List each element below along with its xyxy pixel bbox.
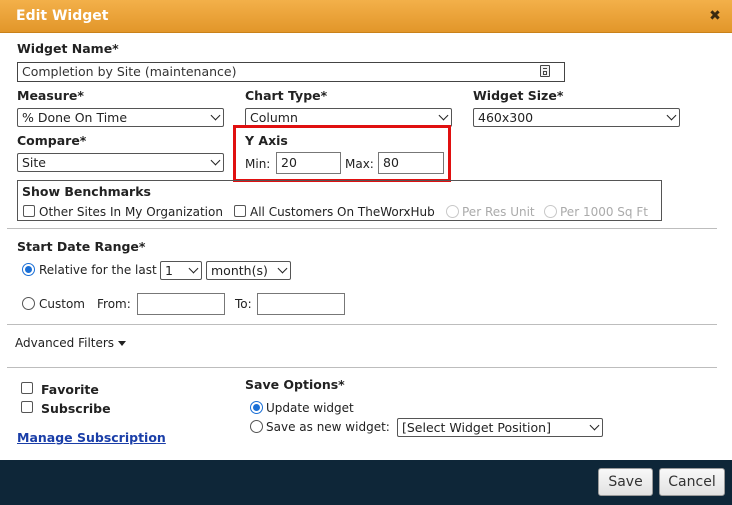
date-relative-count-value: 1	[165, 263, 173, 278]
benchmarks-label: Show Benchmarks	[22, 184, 151, 199]
chevron-down-icon	[438, 110, 449, 121]
y-axis-max-label: Max:	[345, 157, 374, 171]
divider	[7, 367, 717, 368]
chevron-down-icon	[589, 420, 600, 431]
close-icon[interactable]: ✖	[708, 9, 722, 23]
widget-size-select[interactable]: 460x300	[473, 108, 680, 127]
benchmark-per-1000-sqft-label: Per 1000 Sq Ft	[560, 205, 648, 219]
advanced-filters-label: Advanced Filters	[15, 336, 115, 350]
date-relative-unit-select[interactable]: month(s)	[206, 261, 291, 280]
benchmark-all-customers-checkbox[interactable]	[234, 205, 246, 217]
start-date-range-label: Start Date Range*	[17, 239, 146, 254]
date-relative-unit-value: month(s)	[211, 263, 268, 278]
chevron-down-icon	[210, 155, 221, 166]
measure-value: % Done On Time	[22, 110, 128, 125]
save-options-label: Save Options*	[245, 377, 345, 392]
favorite-label: Favorite	[41, 382, 99, 397]
y-axis-min-value: 20	[281, 155, 297, 170]
chevron-down-icon	[210, 110, 221, 121]
compare-select[interactable]: Site	[17, 153, 224, 172]
save-update-radio[interactable]	[250, 401, 263, 414]
compare-value: Site	[22, 155, 46, 170]
widget-name-value: Completion by Site (maintenance)	[22, 64, 237, 79]
edit-widget-dialog: Edit Widget ✖ Widget Name* Completion by…	[0, 0, 732, 505]
compare-label: Compare*	[17, 133, 87, 148]
widget-size-value: 460x300	[478, 110, 534, 125]
cancel-button[interactable]: Cancel	[659, 468, 725, 496]
save-new-radio[interactable]	[250, 420, 263, 433]
date-from-label: From:	[97, 297, 131, 311]
chart-type-value: Column	[250, 110, 298, 125]
dialog-footer: Save Cancel	[0, 460, 732, 505]
widget-name-label: Widget Name*	[17, 41, 119, 56]
subscribe-label: Subscribe	[41, 401, 111, 416]
subscribe-checkbox[interactable]	[21, 401, 33, 413]
widget-size-label: Widget Size*	[473, 88, 564, 103]
widget-position-value: [Select Widget Position]	[402, 420, 551, 435]
advanced-filters-toggle[interactable]: Advanced Filters	[15, 336, 114, 350]
caret-down-icon	[118, 341, 126, 346]
benchmark-other-sites-checkbox[interactable]	[23, 205, 35, 217]
date-to-input[interactable]	[257, 293, 345, 315]
chevron-down-icon	[277, 263, 288, 274]
clipboard-icon[interactable]	[540, 65, 550, 77]
date-custom-label: Custom	[39, 297, 85, 311]
y-axis-min-input[interactable]: 20	[276, 152, 341, 174]
benchmark-per-1000-sqft-radio[interactable]	[544, 205, 557, 218]
widget-name-input[interactable]: Completion by Site (maintenance)	[17, 62, 565, 82]
date-from-input[interactable]	[137, 293, 225, 315]
benchmark-per-res-unit-radio[interactable]	[446, 205, 459, 218]
dialog-title: Edit Widget	[16, 8, 109, 24]
measure-label: Measure*	[17, 88, 84, 103]
y-axis-max-input[interactable]: 80	[378, 152, 444, 174]
benchmark-per-res-unit-label: Per Res Unit	[462, 205, 535, 219]
y-axis-min-label: Min:	[245, 157, 271, 171]
date-to-label: To:	[235, 297, 252, 311]
date-custom-radio[interactable]	[22, 297, 35, 310]
chevron-down-icon	[188, 263, 199, 274]
manage-subscription-link[interactable]: Manage Subscription	[17, 430, 166, 445]
save-update-label: Update widget	[266, 401, 354, 415]
date-relative-label: Relative for the last	[39, 263, 157, 277]
favorite-checkbox[interactable]	[21, 382, 33, 394]
y-axis-label: Y Axis	[245, 133, 288, 148]
dialog-titlebar: Edit Widget ✖	[0, 0, 732, 33]
measure-select[interactable]: % Done On Time	[17, 108, 224, 127]
divider	[7, 228, 717, 229]
chevron-down-icon	[666, 110, 677, 121]
widget-position-select[interactable]: [Select Widget Position]	[397, 418, 603, 437]
y-axis-max-value: 80	[383, 155, 399, 170]
date-relative-radio[interactable]	[22, 263, 35, 276]
benchmark-other-sites-label: Other Sites In My Organization	[39, 205, 223, 219]
save-new-label: Save as new widget:	[266, 420, 390, 434]
divider	[7, 324, 717, 325]
chart-type-label: Chart Type*	[245, 88, 328, 103]
date-relative-count-select[interactable]: 1	[160, 261, 202, 280]
benchmark-all-customers-label: All Customers On TheWorxHub	[250, 205, 435, 219]
save-button[interactable]: Save	[598, 468, 653, 496]
